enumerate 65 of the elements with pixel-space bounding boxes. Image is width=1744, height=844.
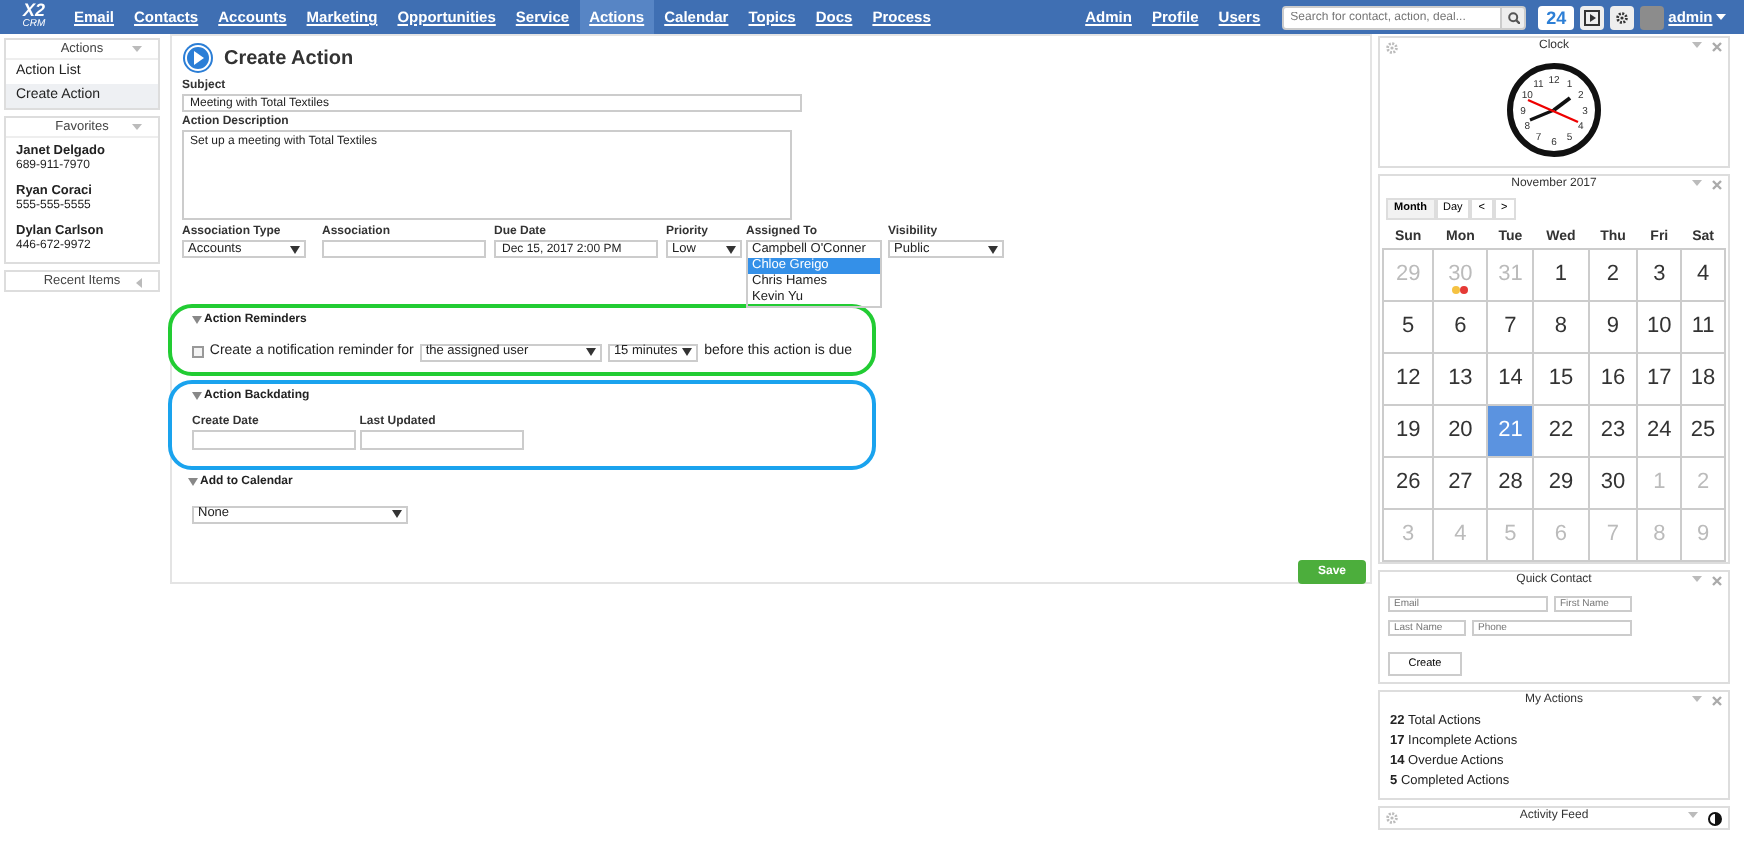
calendar-day[interactable]: 26 bbox=[1383, 457, 1434, 509]
calendar-day[interactable]: 6 bbox=[1433, 301, 1488, 353]
triangle-icon[interactable] bbox=[192, 391, 202, 399]
calendar-day[interactable]: 5 bbox=[1383, 301, 1434, 353]
calendar-day[interactable]: 12 bbox=[1383, 353, 1434, 405]
close-icon[interactable] bbox=[1712, 180, 1722, 190]
calendar-day[interactable]: 16 bbox=[1588, 353, 1638, 405]
minimize-icon[interactable] bbox=[1692, 180, 1702, 186]
calendar-day[interactable]: 3 bbox=[1637, 249, 1682, 301]
play-button[interactable] bbox=[1580, 5, 1605, 29]
calendar-day[interactable]: 1 bbox=[1533, 249, 1589, 301]
close-icon[interactable] bbox=[1712, 696, 1722, 706]
page-title: Create Action bbox=[224, 45, 354, 73]
input-field[interactable] bbox=[322, 240, 486, 258]
calendar-day[interactable]: 25 bbox=[1681, 405, 1725, 457]
calendar-day[interactable]: 27 bbox=[1433, 457, 1488, 509]
avatar-silhouette bbox=[1640, 5, 1665, 29]
calendar-day[interactable]: 13 bbox=[1433, 353, 1488, 405]
contrast-icon[interactable] bbox=[1708, 812, 1722, 826]
calendar-day[interactable]: 8 bbox=[1533, 301, 1589, 353]
triangle-icon[interactable] bbox=[188, 477, 198, 485]
close-icon[interactable] bbox=[1712, 42, 1722, 52]
calendar-day[interactable]: 7 bbox=[1487, 301, 1534, 353]
calendar-day[interactable]: 30 bbox=[1588, 457, 1638, 509]
play-icon bbox=[182, 42, 214, 74]
minimize-icon[interactable] bbox=[1688, 812, 1698, 818]
calendar-day[interactable]: 10 bbox=[1637, 301, 1682, 353]
collapse-icon[interactable] bbox=[136, 278, 142, 288]
caret-icon bbox=[585, 348, 596, 357]
settings-icon[interactable] bbox=[1616, 11, 1629, 23]
calendar-day[interactable]: 18 bbox=[1681, 353, 1725, 405]
minimize-icon[interactable] bbox=[1692, 576, 1702, 582]
notification-count[interactable]: 24 bbox=[1538, 5, 1575, 29]
caret-icon bbox=[988, 245, 998, 253]
search-button[interactable] bbox=[1502, 5, 1527, 29]
calendar-day[interactable]: 29 bbox=[1533, 457, 1589, 509]
caret-icon bbox=[392, 510, 402, 518]
calendar-day[interactable]: 22 bbox=[1533, 405, 1589, 457]
calendar-day[interactable]: 17 bbox=[1637, 353, 1682, 405]
calendar-day[interactable]: 2 bbox=[1588, 249, 1638, 301]
play-icon bbox=[1584, 9, 1601, 25]
calendar-day[interactable]: 9 bbox=[1588, 301, 1638, 353]
collapse-icon[interactable] bbox=[132, 124, 142, 130]
caret-icon bbox=[290, 245, 300, 253]
calendar-day[interactable]: 11 bbox=[1681, 301, 1725, 353]
clock-drawing bbox=[1507, 63, 1601, 157]
caret-icon bbox=[682, 348, 693, 357]
minimize-icon[interactable] bbox=[1692, 696, 1702, 702]
caret-icon bbox=[726, 245, 736, 253]
minimize-icon[interactable] bbox=[1692, 42, 1702, 48]
input-field[interactable] bbox=[192, 429, 356, 449]
triangle-icon[interactable] bbox=[192, 316, 202, 324]
checkbox[interactable] bbox=[192, 346, 204, 359]
calendar-day[interactable]: 19 bbox=[1383, 405, 1434, 457]
calendar-day[interactable]: 24 bbox=[1637, 405, 1682, 457]
search-icon bbox=[1507, 11, 1520, 23]
calendar-day[interactable]: 4 bbox=[1681, 249, 1725, 301]
calendar-day[interactable]: 28 bbox=[1487, 457, 1534, 509]
calendar-day[interactable]: 15 bbox=[1533, 353, 1589, 405]
calendar-day[interactable]: 23 bbox=[1588, 405, 1638, 457]
close-icon[interactable] bbox=[1712, 576, 1722, 586]
settings-button[interactable] bbox=[1610, 5, 1635, 29]
caret-icon bbox=[1716, 14, 1726, 20]
input-field[interactable] bbox=[359, 429, 524, 449]
collapse-icon[interactable] bbox=[132, 46, 142, 52]
